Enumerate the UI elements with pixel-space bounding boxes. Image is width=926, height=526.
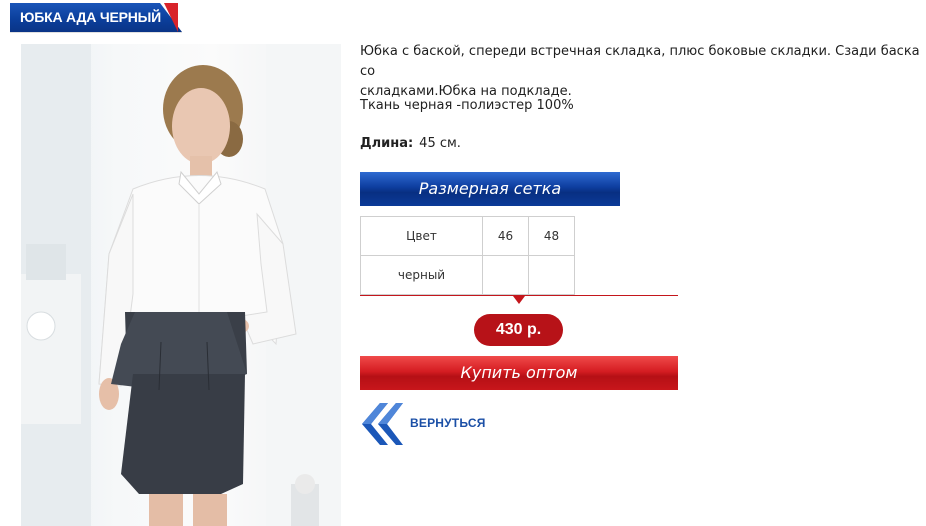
table-cell-qty-48[interactable] [528, 255, 575, 295]
table-header-cell: Цвет [360, 216, 483, 256]
size-table-header: Цвет 46 48 [360, 216, 575, 256]
length-value: 45 см. [419, 136, 461, 151]
product-description: Юбка с баской, спереди встречная складка… [360, 42, 926, 102]
size-chart-button[interactable]: Размерная сетка [360, 172, 620, 206]
product-title: ЮБКА АДА ЧЕРНЫЙ [20, 9, 162, 25]
price-pointer-icon [513, 296, 525, 304]
fabric-info: Ткань черная -полиэстер 100% [360, 98, 574, 113]
table-header-cell: 48 [528, 216, 575, 256]
size-table: Цвет 46 48 черный [360, 216, 575, 295]
table-cell-qty-46[interactable] [482, 255, 529, 295]
product-title-tab: ЮБКА АДА ЧЕРНЫЙ [10, 3, 182, 32]
description-line-1: Юбка с баской, спереди встречная складка… [360, 44, 920, 79]
back-link[interactable]: ВЕРНУТЬСЯ [360, 400, 500, 448]
length-info: Длина: 45 см. [360, 134, 461, 154]
table-cell-color: черный [360, 255, 483, 295]
table-header-cell: 46 [482, 216, 529, 256]
model-illustration [21, 44, 341, 526]
product-photo[interactable] [21, 44, 341, 526]
price-badge: 430 р. [474, 314, 563, 346]
length-label: Длина: [360, 136, 414, 151]
title-accent-stripe [164, 3, 178, 32]
double-chevron-left-icon [362, 403, 403, 445]
buy-wholesale-button[interactable]: Купить оптом [360, 356, 678, 390]
table-row: черный [360, 255, 575, 295]
back-link-label: ВЕРНУТЬСЯ [410, 416, 486, 430]
